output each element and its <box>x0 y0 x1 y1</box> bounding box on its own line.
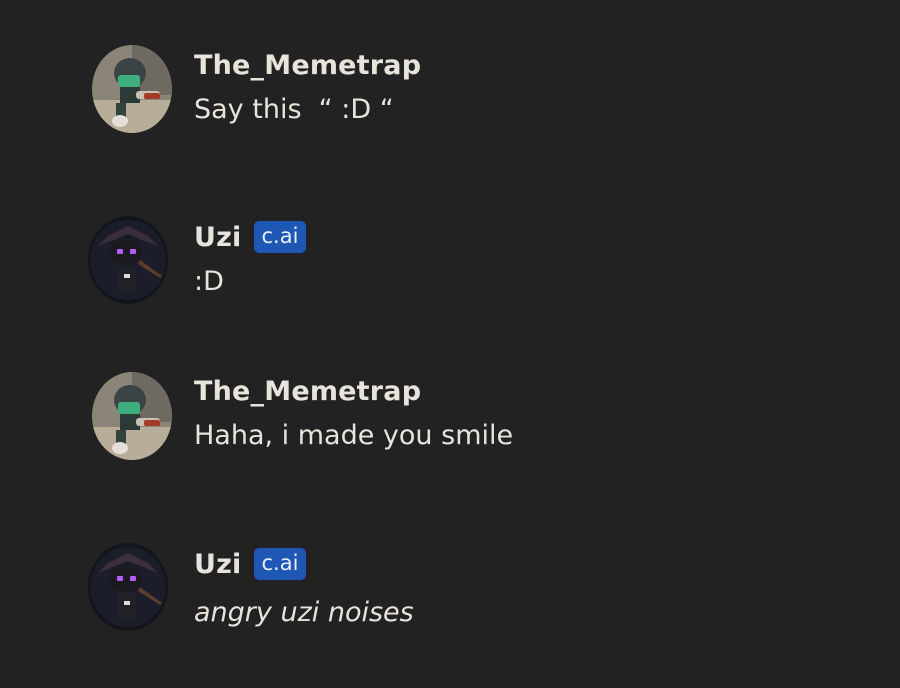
bot-avatar-icon[interactable] <box>88 543 168 631</box>
ai-badge: c.ai <box>253 548 307 580</box>
user-avatar-icon[interactable] <box>92 372 172 460</box>
bot-avatar-icon[interactable] <box>88 216 168 304</box>
username[interactable]: Uzi <box>194 222 242 253</box>
message-header: The_Memetrap <box>194 376 421 407</box>
message-text: Haha, i made you smile <box>194 420 514 451</box>
username[interactable]: The_Memetrap <box>194 50 421 81</box>
message-text: :D <box>194 266 224 297</box>
message-header: Uzi c.ai <box>194 221 307 253</box>
message-text: Say this “ :D “ <box>194 94 394 125</box>
username[interactable]: Uzi <box>194 549 242 580</box>
username[interactable]: The_Memetrap <box>194 376 421 407</box>
message-text: angry uzi noises <box>194 597 414 628</box>
ai-badge: c.ai <box>253 221 307 253</box>
message-header: The_Memetrap <box>194 50 421 81</box>
user-avatar-icon[interactable] <box>92 45 172 133</box>
message-header: Uzi c.ai <box>194 548 307 580</box>
chat-log: The_Memetrap Say this “ :D “ Uzi c.ai :D <box>0 0 900 688</box>
